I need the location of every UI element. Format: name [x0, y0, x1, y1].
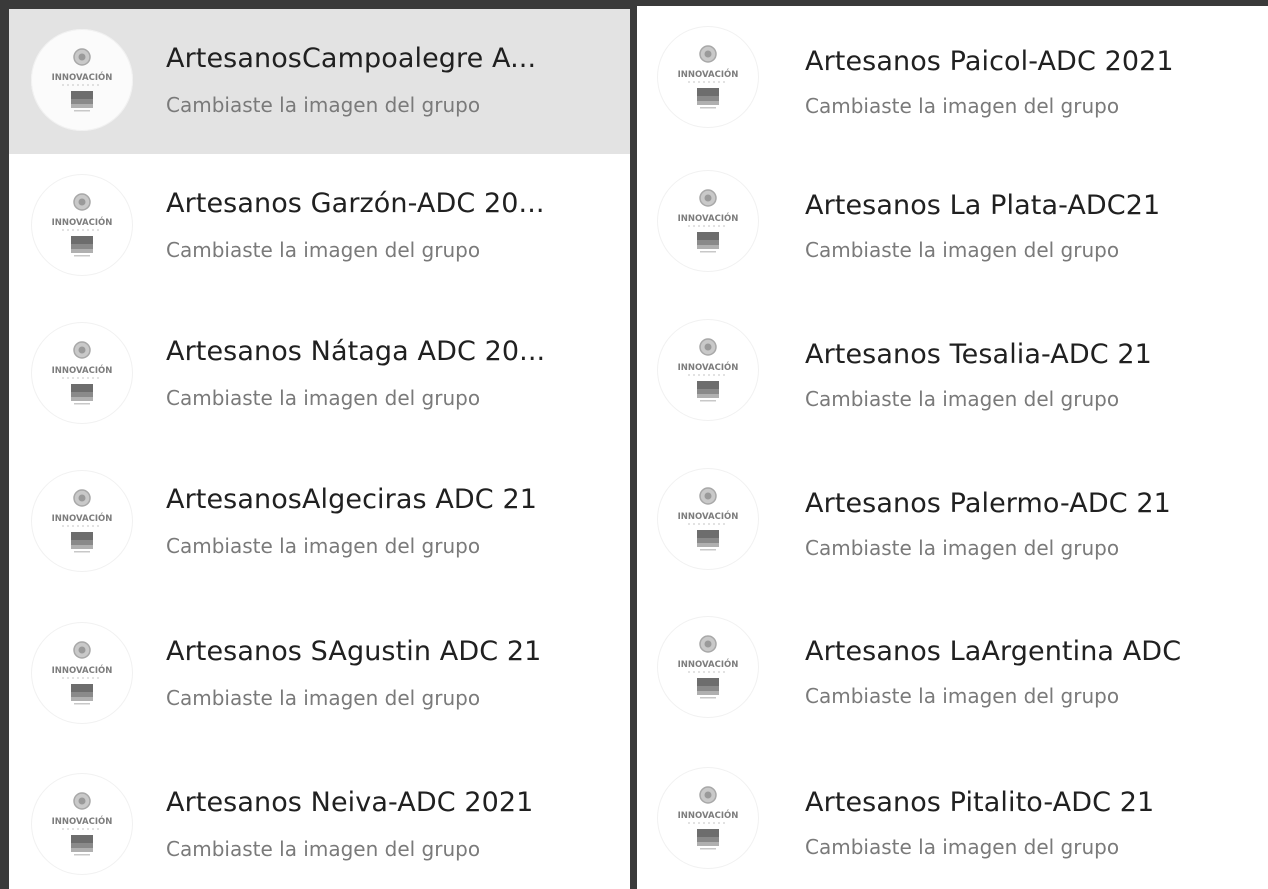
chat-item[interactable]: INNOVACIÓN Artesanos La Plata-ADC21 Camb… — [637, 150, 1268, 295]
group-avatar-icon: INNOVACIÓN — [31, 174, 133, 276]
chat-name: ArtesanosAlgeciras ADC 21 — [166, 484, 537, 515]
chat-item[interactable]: INNOVACIÓN Artesanos Neiva-ADC 2021 Camb… — [9, 753, 630, 889]
chat-item[interactable]: INNOVACIÓN Artesanos Pitalito-ADC 21 Cam… — [637, 747, 1268, 889]
chat-list-right: INNOVACIÓN Artesanos Paicol-ADC 2021 Cam… — [637, 6, 1268, 889]
chat-last-message: Cambiaste la imagen del grupo — [166, 238, 481, 262]
chat-item[interactable]: INNOVACIÓN Artesanos Paicol-ADC 2021 Cam… — [637, 6, 1268, 151]
group-avatar-icon: INNOVACIÓN — [31, 29, 133, 131]
group-avatar-icon: INNOVACIÓN — [31, 622, 133, 724]
chat-item[interactable]: INNOVACIÓN Artesanos Garzón-ADC 20... Ca… — [9, 154, 630, 299]
innovacion-logo: INNOVACIÓN — [52, 641, 113, 705]
chat-last-message: Cambiaste la imagen del grupo — [166, 93, 481, 117]
svg-text:INNOVACIÓN: INNOVACIÓN — [678, 68, 739, 80]
innovacion-logo: INNOVACIÓN — [678, 487, 739, 551]
svg-text:INNOVACIÓN: INNOVACIÓN — [52, 815, 113, 827]
chat-item[interactable]: INNOVACIÓN Artesanos Nátaga ADC 20... Ca… — [9, 302, 630, 447]
chat-last-message: Cambiaste la imagen del grupo — [805, 94, 1120, 118]
chat-name: Artesanos Nátaga ADC 20... — [166, 336, 546, 367]
svg-text:INNOVACIÓN: INNOVACIÓN — [678, 361, 739, 373]
chat-last-message: Cambiaste la imagen del grupo — [805, 238, 1120, 262]
chat-item[interactable]: INNOVACIÓN ArtesanosCampoalegre A... Cam… — [9, 9, 630, 154]
innovacion-logo: INNOVACIÓN — [52, 48, 113, 112]
chat-last-message: Cambiaste la imagen del grupo — [805, 684, 1120, 708]
chat-name: Artesanos Tesalia-ADC 21 — [805, 339, 1152, 370]
innovacion-logo: INNOVACIÓN — [678, 338, 739, 402]
group-avatar-icon: INNOVACIÓN — [657, 468, 759, 570]
svg-text:INNOVACIÓN: INNOVACIÓN — [678, 809, 739, 821]
svg-text:INNOVACIÓN: INNOVACIÓN — [678, 212, 739, 224]
svg-text:INNOVACIÓN: INNOVACIÓN — [52, 664, 113, 676]
group-avatar-icon: INNOVACIÓN — [31, 470, 133, 572]
chat-last-message: Cambiaste la imagen del grupo — [166, 534, 481, 558]
innovacion-logo: INNOVACIÓN — [678, 786, 739, 850]
chat-last-message: Cambiaste la imagen del grupo — [805, 536, 1120, 560]
chat-item[interactable]: INNOVACIÓN Artesanos LaArgentina ADC Cam… — [637, 596, 1268, 741]
chat-last-message: Cambiaste la imagen del grupo — [805, 835, 1120, 859]
innovacion-logo: INNOVACIÓN — [678, 45, 739, 109]
chat-item[interactable]: INNOVACIÓN Artesanos Palermo-ADC 21 Camb… — [637, 448, 1268, 593]
chat-item[interactable]: INNOVACIÓN Artesanos SAgustin ADC 21 Cam… — [9, 602, 630, 747]
chat-last-message: Cambiaste la imagen del grupo — [166, 837, 481, 861]
innovacion-logo: INNOVACIÓN — [52, 193, 113, 257]
chat-name: Artesanos Pitalito-ADC 21 — [805, 787, 1155, 818]
svg-text:INNOVACIÓN: INNOVACIÓN — [678, 510, 739, 522]
group-avatar-icon: INNOVACIÓN — [657, 170, 759, 272]
svg-text:INNOVACIÓN: INNOVACIÓN — [52, 512, 113, 524]
svg-text:INNOVACIÓN: INNOVACIÓN — [52, 216, 113, 228]
svg-text:INNOVACIÓN: INNOVACIÓN — [52, 71, 113, 83]
group-avatar-icon: INNOVACIÓN — [31, 322, 133, 424]
chat-name: Artesanos Garzón-ADC 20... — [166, 188, 545, 219]
innovacion-logo: INNOVACIÓN — [52, 489, 113, 553]
group-avatar-icon: INNOVACIÓN — [657, 767, 759, 869]
chat-item[interactable]: INNOVACIÓN Artesanos Tesalia-ADC 21 Camb… — [637, 299, 1268, 444]
chat-name: ArtesanosCampoalegre A... — [166, 43, 537, 74]
chat-name: Artesanos LaArgentina ADC — [805, 636, 1182, 667]
group-avatar-icon: INNOVACIÓN — [31, 773, 133, 875]
innovacion-logo: INNOVACIÓN — [678, 635, 739, 699]
chat-last-message: Cambiaste la imagen del grupo — [166, 386, 481, 410]
innovacion-logo: INNOVACIÓN — [52, 341, 113, 405]
svg-text:INNOVACIÓN: INNOVACIÓN — [52, 364, 113, 376]
svg-text:INNOVACIÓN: INNOVACIÓN — [678, 658, 739, 670]
group-avatar-icon: INNOVACIÓN — [657, 319, 759, 421]
chat-name: Artesanos Paicol-ADC 2021 — [805, 46, 1174, 77]
innovacion-logo: INNOVACIÓN — [678, 189, 739, 253]
chat-item[interactable]: INNOVACIÓN ArtesanosAlgeciras ADC 21 Cam… — [9, 450, 630, 595]
chat-name: Artesanos Neiva-ADC 2021 — [166, 787, 534, 818]
group-avatar-icon: INNOVACIÓN — [657, 616, 759, 718]
group-avatar-icon: INNOVACIÓN — [657, 26, 759, 128]
chat-name: Artesanos Palermo-ADC 21 — [805, 488, 1171, 519]
chat-name: Artesanos La Plata-ADC21 — [805, 190, 1161, 221]
chat-last-message: Cambiaste la imagen del grupo — [166, 686, 481, 710]
chat-name: Artesanos SAgustin ADC 21 — [166, 636, 542, 667]
innovacion-logo: INNOVACIÓN — [52, 792, 113, 856]
chat-last-message: Cambiaste la imagen del grupo — [805, 387, 1120, 411]
chat-list-left: INNOVACIÓN ArtesanosCampoalegre A... Cam… — [9, 9, 630, 889]
